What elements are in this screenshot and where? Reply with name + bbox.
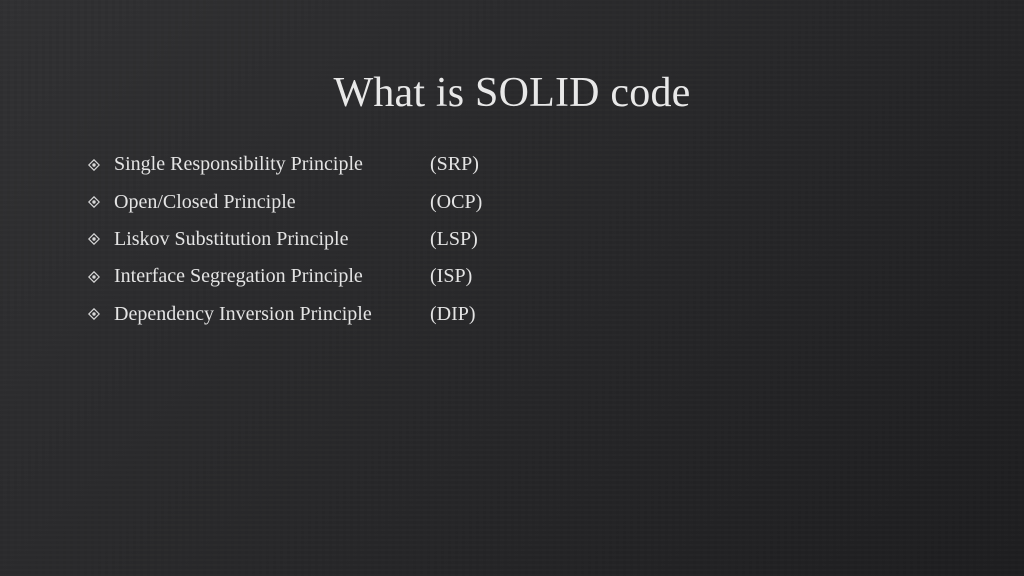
principle-abbreviation: (SRP): [430, 153, 479, 176]
principles-list: Single Responsibility Principle (SRP) Op…: [88, 146, 482, 333]
diamond-dot-icon: [88, 308, 114, 321]
slide: What is SOLID code Single Responsibility…: [0, 0, 1024, 576]
list-item: Dependency Inversion Principle (DIP): [88, 296, 482, 333]
principle-name: Dependency Inversion Principle: [114, 302, 372, 325]
principle-abbreviation: (ISP): [430, 265, 473, 288]
principle-name: Liskov Substitution Principle: [114, 227, 349, 250]
list-item: Single Responsibility Principle (SRP): [88, 146, 482, 183]
principle-abbreviation: (LSP): [430, 227, 478, 250]
principle-name: Single Responsibility Principle: [114, 153, 363, 176]
diamond-dot-icon: [88, 196, 114, 209]
diamond-dot-icon: [88, 270, 114, 283]
slide-title: What is SOLID code: [333, 70, 691, 116]
list-item: Liskov Substitution Principle (LSP): [88, 221, 482, 258]
list-item: Interface Segregation Principle (ISP): [88, 258, 482, 295]
principle-abbreviation: (DIP): [430, 302, 476, 325]
principle-name: Interface Segregation Principle: [114, 265, 363, 288]
principle-abbreviation: (OCP): [430, 190, 483, 213]
list-item: Open/Closed Principle (OCP): [88, 183, 482, 220]
diamond-dot-icon: [88, 158, 114, 171]
diamond-dot-icon: [88, 233, 114, 246]
principle-name: Open/Closed Principle: [114, 190, 296, 213]
